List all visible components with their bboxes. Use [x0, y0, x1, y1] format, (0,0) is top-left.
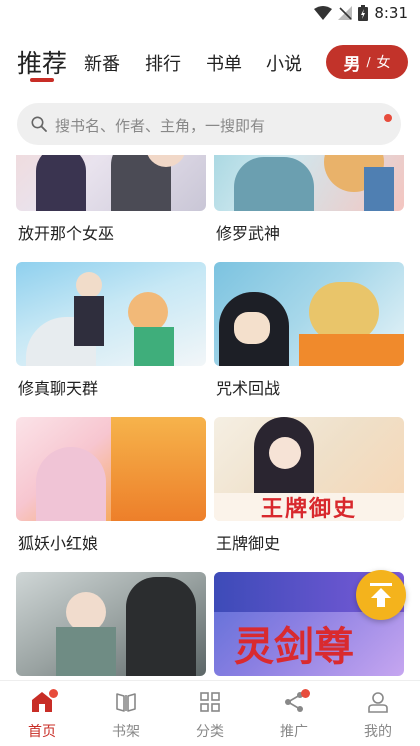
battery-icon — [358, 5, 369, 21]
nav-home-label: 首页 — [28, 724, 56, 740]
comic-cover[interactable] — [16, 572, 206, 676]
gender-toggle[interactable]: 男 / 女 — [326, 45, 408, 79]
comic-card[interactable]: 修罗武神 — [214, 155, 404, 243]
comic-title[interactable]: 修真聊天群 — [18, 375, 98, 399]
gender-male[interactable]: 男 — [343, 50, 360, 75]
status-bar: 8:31 — [0, 0, 420, 30]
comic-title[interactable]: 咒术回战 — [216, 375, 280, 399]
nav-promote[interactable]: 推广 — [264, 689, 324, 741]
nav-home[interactable]: 首页 — [12, 689, 72, 741]
comic-cover[interactable] — [214, 155, 404, 211]
nav-promote-badge — [301, 689, 310, 698]
nav-category-label: 分类 — [196, 724, 224, 740]
comic-card[interactable]: 咒术回战 — [214, 262, 404, 398]
tab-ranking[interactable]: 排行 — [145, 50, 181, 76]
nav-category[interactable]: 分类 — [180, 691, 240, 741]
comic-cover[interactable] — [214, 262, 404, 366]
comic-title[interactable]: 放开那个女巫 — [18, 220, 114, 244]
top-nav: 推荐 新番 排行 书单 小说 男 / 女 — [0, 38, 420, 90]
profile-icon — [368, 692, 388, 713]
comic-cover[interactable] — [16, 417, 206, 521]
tab-novel[interactable]: 小说 — [266, 50, 302, 76]
nav-promote-label: 推广 — [280, 724, 308, 740]
comic-card[interactable]: 放开那个女巫 — [16, 155, 206, 243]
bookshelf-icon — [116, 693, 136, 712]
comic-card[interactable]: 狐妖小红娘 — [16, 417, 206, 553]
nav-profile[interactable]: 我的 — [348, 691, 408, 741]
gender-female[interactable]: 女 — [377, 52, 391, 72]
arrow-up-icon — [370, 583, 392, 607]
tab-recommend[interactable]: 推荐 — [17, 44, 67, 80]
cover-title-text: 王牌御史 — [260, 497, 357, 521]
active-tab-indicator — [30, 78, 54, 82]
category-icon — [200, 692, 220, 712]
nav-profile-label: 我的 — [364, 724, 392, 740]
comic-card[interactable]: 修真聊天群 — [16, 262, 206, 398]
cover-title-text: 灵剑尊 — [234, 623, 354, 670]
status-icons: 8:31 — [314, 4, 408, 22]
search-notification-dot — [384, 114, 392, 122]
gender-separator: / — [366, 55, 371, 69]
tab-booklist[interactable]: 书单 — [206, 50, 242, 76]
comic-cover[interactable] — [16, 155, 206, 211]
search-placeholder: 搜书名、作者、主角，一搜即有 — [55, 117, 266, 135]
status-time: 8:31 — [374, 4, 408, 22]
comic-title[interactable]: 王牌御史 — [216, 530, 280, 554]
comic-cover[interactable] — [16, 262, 206, 366]
comic-cover[interactable]: 王牌御史 — [214, 417, 404, 521]
no-signal-icon — [338, 6, 353, 20]
comic-card[interactable] — [16, 572, 206, 676]
tab-new[interactable]: 新番 — [84, 50, 120, 76]
search-icon — [31, 116, 47, 132]
wifi-icon — [314, 6, 333, 20]
scroll-to-top-button[interactable] — [356, 570, 406, 620]
comic-title[interactable]: 修罗武神 — [216, 220, 280, 244]
nav-home-badge — [49, 689, 58, 698]
comic-title[interactable]: 狐妖小红娘 — [18, 530, 98, 554]
nav-bookshelf-label: 书架 — [112, 724, 140, 740]
nav-bookshelf[interactable]: 书架 — [96, 691, 156, 741]
search-bar[interactable]: 搜书名、作者、主角，一搜即有 — [17, 103, 401, 145]
comic-card[interactable]: 王牌御史 王牌御史 — [214, 417, 404, 553]
bottom-nav: 首页 书架 分类 推广 我的 — [0, 680, 420, 746]
